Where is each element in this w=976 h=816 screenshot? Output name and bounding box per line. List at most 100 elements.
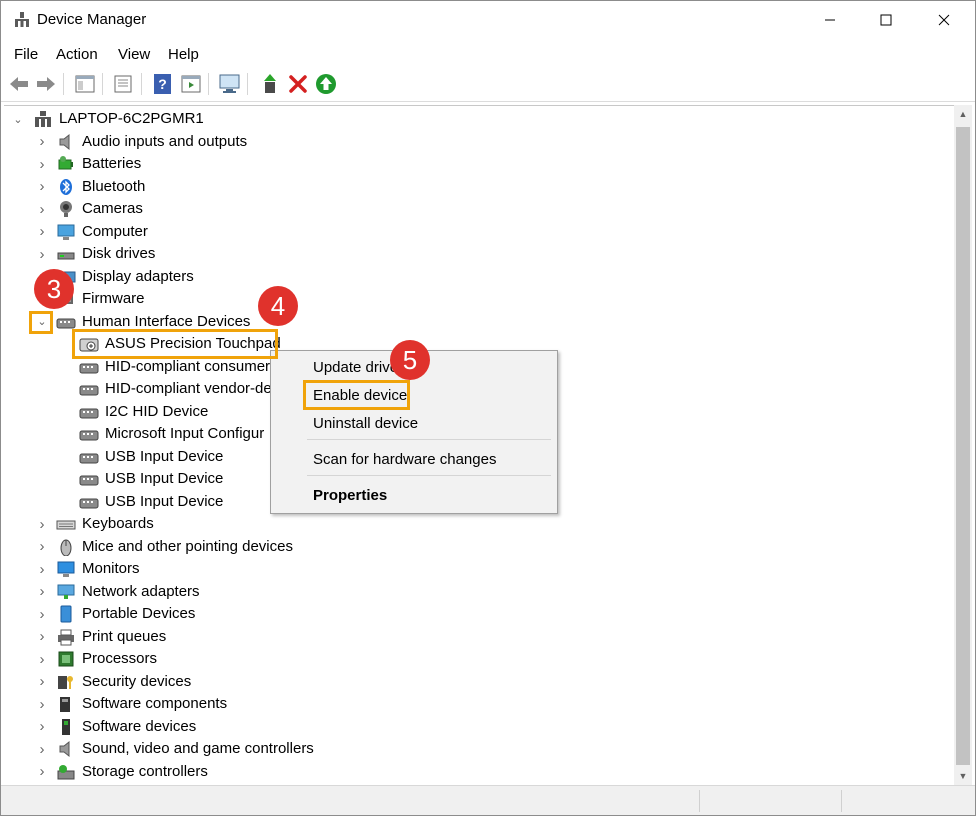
camera-icon bbox=[56, 200, 76, 218]
ctx-update-driver[interactable]: Update drive bbox=[313, 359, 398, 376]
tree-category[interactable]: › Computer bbox=[4, 221, 954, 243]
hid-icon bbox=[79, 425, 99, 443]
chevron-right-icon[interactable]: › bbox=[36, 628, 48, 645]
hid-icon bbox=[79, 493, 99, 511]
tree-item-label: Keyboards bbox=[82, 515, 154, 532]
ctx-uninstall-device[interactable]: Uninstall device bbox=[313, 415, 418, 432]
chevron-right-icon[interactable]: › bbox=[36, 696, 48, 713]
software-component-icon bbox=[56, 695, 76, 713]
tree-category[interactable]: › Keyboards bbox=[4, 513, 954, 535]
chevron-right-icon[interactable]: › bbox=[36, 223, 48, 240]
step-4-badge: 4 bbox=[258, 286, 298, 326]
tree-category[interactable]: › Sound, video and game controllers bbox=[4, 738, 954, 760]
menu-view[interactable]: View bbox=[118, 46, 150, 63]
update-driver-button[interactable] bbox=[258, 72, 282, 96]
tree-item-label: Human Interface Devices bbox=[82, 312, 251, 330]
toolbar-separator bbox=[208, 73, 209, 95]
tree-item-label: Software components bbox=[82, 695, 228, 712]
chevron-right-icon[interactable]: › bbox=[36, 718, 48, 735]
chevron-down-icon[interactable]: ⌄ bbox=[12, 113, 24, 126]
tree-item-label: Portable Devices bbox=[82, 605, 196, 622]
chevron-right-icon[interactable]: › bbox=[36, 178, 48, 195]
tree-category[interactable]: › Cameras bbox=[4, 198, 954, 220]
chevron-right-icon[interactable]: › bbox=[36, 133, 48, 150]
tree-category[interactable]: › Print queues bbox=[4, 626, 954, 648]
menu-file[interactable]: File bbox=[14, 46, 38, 63]
scrollbar-thumb[interactable] bbox=[956, 127, 970, 765]
tree-category[interactable]: ›Display adapters bbox=[4, 266, 954, 288]
forward-arrow-icon bbox=[37, 77, 55, 91]
chevron-right-icon[interactable]: › bbox=[36, 246, 48, 263]
status-bar bbox=[1, 785, 975, 815]
ctx-scan-hardware[interactable]: Scan for hardware changes bbox=[313, 451, 496, 468]
tree-root[interactable]: ⌄ LAPTOP-6C2PGMR1 bbox=[4, 108, 954, 130]
tree-category[interactable]: › Bluetooth bbox=[4, 176, 954, 198]
tree-item-label: USB Input Device bbox=[105, 492, 224, 510]
tree-category[interactable]: › Software components bbox=[4, 693, 954, 715]
show-hide-tree-button[interactable] bbox=[73, 72, 97, 96]
tree-item-label: Disk drives bbox=[82, 245, 156, 262]
portable-icon bbox=[56, 605, 76, 623]
tree-category[interactable]: › Security devices bbox=[4, 671, 954, 693]
enable-device-button[interactable] bbox=[314, 72, 338, 96]
status-divider bbox=[841, 790, 842, 812]
tree-category[interactable]: › Batteries bbox=[4, 153, 954, 175]
tree-category[interactable]: › Portable Devices bbox=[4, 603, 954, 625]
processor-icon bbox=[56, 650, 76, 668]
chevron-right-icon[interactable]: › bbox=[36, 673, 48, 690]
chevron-right-icon[interactable]: › bbox=[36, 561, 48, 578]
chevron-right-icon[interactable]: › bbox=[36, 201, 48, 218]
scan-hardware-button[interactable] bbox=[218, 72, 242, 96]
step-3-badge: 3 bbox=[34, 269, 74, 309]
tree-item-label: Print queues bbox=[82, 627, 167, 645]
menu-action[interactable]: Action bbox=[56, 46, 98, 63]
forward-button[interactable] bbox=[34, 72, 58, 96]
enable-green-icon bbox=[316, 74, 336, 94]
scroll-up-arrow-icon[interactable]: ▲ bbox=[954, 105, 972, 123]
tree-category[interactable]: ›Firmware bbox=[4, 288, 954, 310]
tree-category[interactable]: › Network adapters bbox=[4, 581, 954, 603]
tree-category[interactable]: › Mice and other pointing devices bbox=[4, 536, 954, 558]
hid-icon bbox=[79, 470, 99, 488]
highlight-expand-toggle bbox=[29, 311, 53, 334]
menu-help[interactable]: Help bbox=[168, 46, 199, 63]
uninstall-device-button[interactable] bbox=[286, 72, 310, 96]
tree-category[interactable]: › Disk drives bbox=[4, 243, 954, 265]
chevron-right-icon[interactable]: › bbox=[36, 516, 48, 533]
tree-item-label: Sound, video and game controllers bbox=[82, 740, 314, 757]
tree-category[interactable]: › Monitors bbox=[4, 558, 954, 580]
tree-item-label: HID-compliant consumer bbox=[105, 357, 271, 375]
help-button[interactable]: ? bbox=[151, 72, 175, 96]
tree-item-label: Microsoft Input Configur bbox=[105, 425, 265, 442]
highlight-enable-device bbox=[303, 380, 410, 410]
chevron-right-icon[interactable]: › bbox=[36, 651, 48, 668]
tree-item-label: Storage controllers bbox=[82, 762, 208, 780]
ctx-properties[interactable]: Properties bbox=[313, 487, 387, 504]
tree-category[interactable]: › Processors bbox=[4, 648, 954, 670]
minimize-button[interactable] bbox=[807, 1, 853, 39]
vertical-scrollbar[interactable]: ▲ ▼ bbox=[954, 105, 972, 785]
chevron-right-icon[interactable]: › bbox=[36, 538, 48, 555]
storage-icon bbox=[56, 763, 76, 781]
chevron-right-icon[interactable]: › bbox=[36, 763, 48, 780]
scroll-down-arrow-icon[interactable]: ▼ bbox=[954, 767, 972, 785]
action-view-button[interactable] bbox=[179, 72, 203, 96]
battery-icon bbox=[56, 155, 76, 173]
tree-category[interactable]: › Storage controllers bbox=[4, 761, 954, 783]
chevron-right-icon[interactable]: › bbox=[36, 606, 48, 623]
back-button[interactable] bbox=[7, 72, 31, 96]
chevron-right-icon[interactable]: › bbox=[36, 583, 48, 600]
tree-item-label: HID-compliant vendor-de bbox=[105, 380, 272, 397]
title-bar: Device Manager bbox=[1, 1, 975, 39]
properties-button[interactable] bbox=[111, 72, 135, 96]
chevron-right-icon[interactable]: › bbox=[36, 741, 48, 758]
chevron-right-icon[interactable]: › bbox=[36, 156, 48, 173]
tree-category[interactable]: › Audio inputs and outputs bbox=[4, 131, 954, 153]
close-button[interactable] bbox=[921, 1, 967, 39]
toolbar: ? bbox=[1, 67, 975, 102]
tree-item-label: Monitors bbox=[82, 560, 140, 577]
toolbar-separator bbox=[63, 73, 64, 95]
ctx-separator bbox=[307, 439, 551, 440]
maximize-button[interactable] bbox=[863, 1, 909, 39]
tree-category[interactable]: › Software devices bbox=[4, 716, 954, 738]
